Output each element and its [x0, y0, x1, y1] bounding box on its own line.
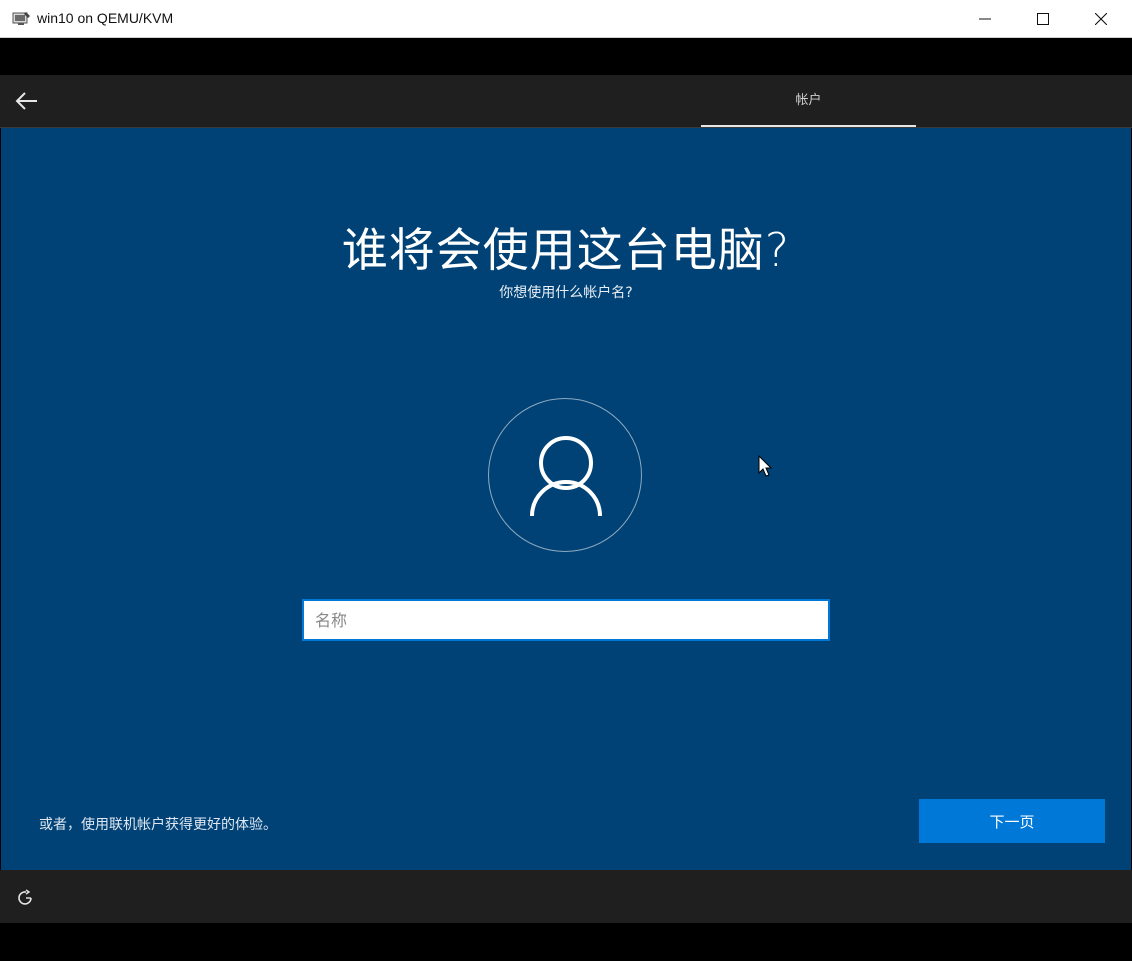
active-tab-indicator: [701, 125, 916, 127]
page-title: 谁将会使用这台电脑?: [341, 223, 791, 277]
maximize-icon: [1037, 13, 1049, 25]
avatar: [488, 398, 642, 552]
close-button[interactable]: [1072, 0, 1130, 38]
back-arrow-icon: [15, 92, 37, 110]
page-subtitle: 你想使用什么帐户名?: [499, 285, 633, 301]
user-icon: [530, 436, 602, 517]
minimize-button[interactable]: [956, 0, 1014, 38]
oobe-header: 帐户: [0, 75, 1132, 128]
oobe-footer: [0, 870, 1132, 923]
maximize-button[interactable]: [1014, 0, 1072, 38]
back-button[interactable]: [13, 88, 41, 114]
window-titlebar: win10 on QEMU/KVM: [0, 0, 1132, 38]
vm-monitor-icon: [12, 11, 31, 26]
online-account-link[interactable]: 或者，使用联机帐户获得更好的体验。: [39, 814, 277, 834]
close-icon: [1095, 13, 1107, 25]
window-title: win10 on QEMU/KVM: [37, 10, 174, 26]
tab-account[interactable]: 帐户: [701, 75, 916, 128]
name-input[interactable]: [302, 599, 830, 641]
vm-letterbox-bottom: [0, 923, 1132, 961]
minimize-icon: [979, 18, 991, 20]
ease-of-access-icon[interactable]: [16, 888, 36, 908]
vm-letterbox-top: [0, 38, 1132, 75]
next-button[interactable]: 下一页: [919, 799, 1105, 843]
mouse-cursor-icon: [758, 454, 774, 479]
oobe-main-panel: 谁将会使用这台电脑? 你想使用什么帐户名? 或者，使用联机帐户获得更好的体验。 …: [1, 128, 1131, 870]
